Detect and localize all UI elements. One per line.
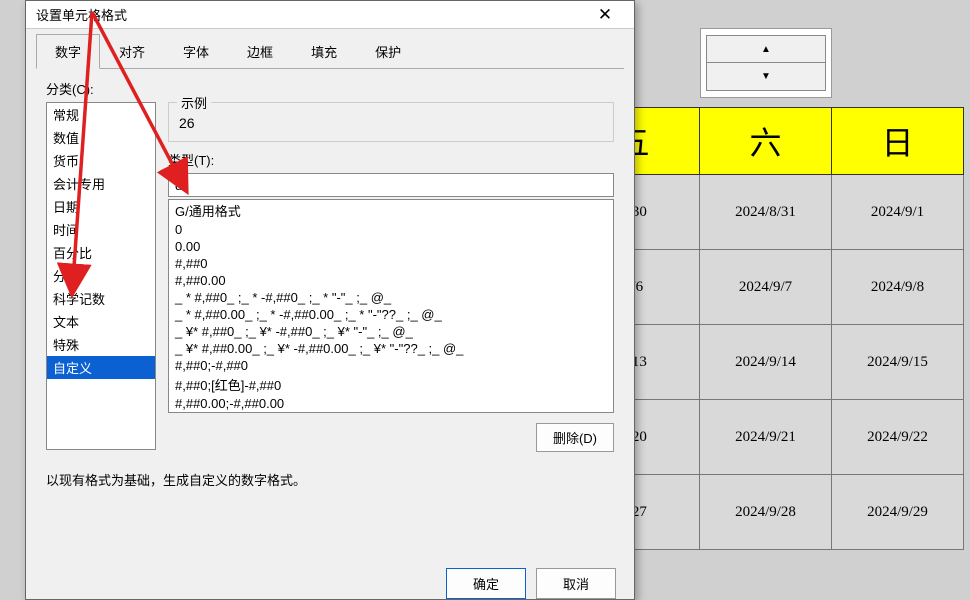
calendar-cell[interactable]: 2024/9/1 <box>832 175 964 250</box>
hint-text: 以现有格式为基础，生成自定义的数字格式。 <box>46 470 614 489</box>
spinner-down-button[interactable]: ▼ <box>706 63 826 91</box>
tab-protection[interactable]: 保护 <box>356 34 420 69</box>
calendar-cell[interactable]: 2024/9/29 <box>832 475 964 550</box>
format-item[interactable]: G/通用格式 <box>169 200 613 221</box>
format-list[interactable]: G/通用格式 0 0.00 #,##0 #,##0.00 _ * #,##0_ … <box>168 199 614 413</box>
category-label: 分类(C): <box>46 79 614 98</box>
dialog-title-bar: 设置单元格格式 ✕ <box>26 1 634 29</box>
category-item-custom[interactable]: 自定义 <box>47 356 155 379</box>
close-icon: ✕ <box>598 5 612 25</box>
category-item[interactable]: 分数 <box>47 264 155 287</box>
type-input[interactable] <box>168 173 614 197</box>
category-list[interactable]: 常规 数值 货币 会计专用 日期 时间 百分比 分数 科学记数 文本 特殊 自定… <box>46 102 156 450</box>
category-item[interactable]: 会计专用 <box>47 172 155 195</box>
format-cells-dialog: 设置单元格格式 ✕ 数字 对齐 字体 边框 填充 保护 分类(C): 常规 数值… <box>25 0 635 600</box>
category-item[interactable]: 百分比 <box>47 241 155 264</box>
format-item[interactable]: 0 <box>169 221 613 238</box>
category-item[interactable]: 日期 <box>47 195 155 218</box>
calendar-cell[interactable]: 2024/9/21 <box>700 400 832 475</box>
calendar-cell[interactable]: 2024/9/22 <box>832 400 964 475</box>
format-item[interactable]: #,##0 <box>169 255 613 272</box>
sample-value: 26 <box>179 115 603 131</box>
weekday-header-6: 六 <box>700 107 832 175</box>
category-item[interactable]: 常规 <box>47 103 155 126</box>
calendar-cell[interactable]: 2024/9/7 <box>700 250 832 325</box>
delete-button[interactable]: 删除(D) <box>536 423 614 452</box>
format-item[interactable]: _ * #,##0.00_ ;_ * -#,##0.00_ ;_ * "-"??… <box>169 306 613 323</box>
category-item[interactable]: 文本 <box>47 310 155 333</box>
format-item[interactable]: #,##0.00 <box>169 272 613 289</box>
ok-button[interactable]: 确定 <box>446 568 526 599</box>
tab-alignment[interactable]: 对齐 <box>100 34 164 69</box>
close-button[interactable]: ✕ <box>580 2 630 28</box>
calendar-cell[interactable]: 2024/9/8 <box>832 250 964 325</box>
format-item[interactable]: #,##0;-#,##0 <box>169 357 613 374</box>
tab-number[interactable]: 数字 <box>36 34 100 69</box>
calendar-cell[interactable]: 2024/9/15 <box>832 325 964 400</box>
category-item[interactable]: 科学记数 <box>47 287 155 310</box>
tab-border[interactable]: 边框 <box>228 34 292 69</box>
calendar-cell[interactable]: 2024/9/28 <box>700 475 832 550</box>
category-item[interactable]: 时间 <box>47 218 155 241</box>
category-item[interactable]: 数值 <box>47 126 155 149</box>
calendar-cell[interactable]: 2024/8/31 <box>700 175 832 250</box>
sample-label: 示例 <box>177 93 211 112</box>
format-item[interactable]: #,##0;[红色]-#,##0 <box>169 374 613 395</box>
dialog-title: 设置单元格格式 <box>36 5 127 24</box>
cancel-button[interactable]: 取消 <box>536 568 616 599</box>
spinner-up-button[interactable]: ▲ <box>706 35 826 63</box>
format-item[interactable]: _ ¥* #,##0.00_ ;_ ¥* -#,##0.00_ ;_ ¥* "-… <box>169 340 613 357</box>
tab-font[interactable]: 字体 <box>164 34 228 69</box>
sample-box: 示例 26 <box>168 102 614 142</box>
calendar-cell[interactable]: 2024/9/14 <box>700 325 832 400</box>
year-spinner: ▲ ▼ <box>700 28 832 98</box>
dialog-content: 分类(C): 常规 数值 货币 会计专用 日期 时间 百分比 分数 科学记数 文… <box>26 69 634 499</box>
category-item[interactable]: 特殊 <box>47 333 155 356</box>
format-item[interactable]: #,##0.00;-#,##0.00 <box>169 395 613 412</box>
weekday-header-7: 日 <box>832 107 964 175</box>
type-label: 类型(T): <box>168 150 614 169</box>
format-item[interactable]: _ ¥* #,##0_ ;_ ¥* -#,##0_ ;_ ¥* "-"_ ;_ … <box>169 323 613 340</box>
tab-fill[interactable]: 填充 <box>292 34 356 69</box>
format-item[interactable]: _ * #,##0_ ;_ * -#,##0_ ;_ * "-"_ ;_ @_ <box>169 289 613 306</box>
category-item[interactable]: 货币 <box>47 149 155 172</box>
tab-strip: 数字 对齐 字体 边框 填充 保护 <box>36 33 624 69</box>
format-item[interactable]: 0.00 <box>169 238 613 255</box>
